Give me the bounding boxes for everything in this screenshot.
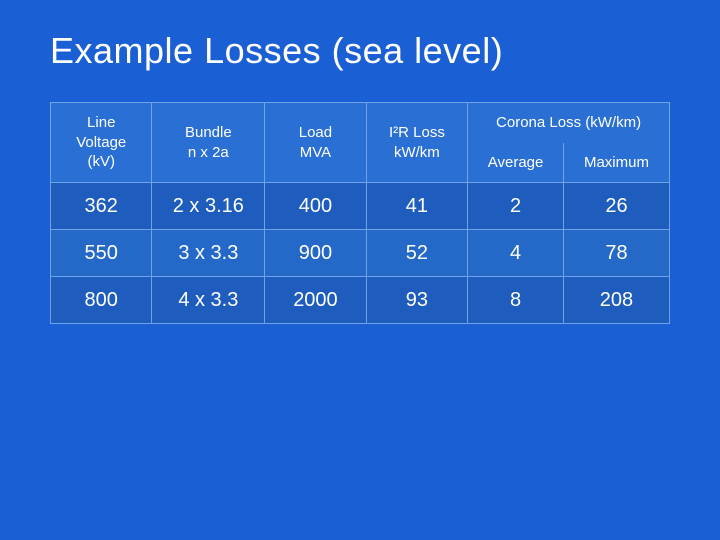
cell-maximum: 78 [563, 230, 669, 277]
col-header-load-mva: LoadMVA [265, 103, 366, 183]
table-row: 3622 x 3.1640041226 [51, 183, 670, 230]
col-header-bundle: Bundlen x 2a [152, 103, 265, 183]
cell-line_voltage: 362 [51, 183, 152, 230]
cell-i2r_loss: 41 [366, 183, 467, 230]
cell-i2r_loss: 93 [366, 277, 467, 324]
losses-table: LineVoltage (kV) Bundlen x 2a LoadMVA I²… [50, 102, 670, 324]
table-row: 8004 x 3.32000938208 [51, 277, 670, 324]
cell-line_voltage: 800 [51, 277, 152, 324]
cell-load_mva: 2000 [265, 277, 366, 324]
cell-average: 4 [468, 230, 564, 277]
cell-bundle: 2 x 3.16 [152, 183, 265, 230]
table-row: 5503 x 3.390052478 [51, 230, 670, 277]
cell-load_mva: 400 [265, 183, 366, 230]
cell-average: 2 [468, 183, 564, 230]
col-header-average: Average [468, 143, 564, 183]
col-header-maximum: Maximum [563, 143, 669, 183]
table-wrapper: LineVoltage (kV) Bundlen x 2a LoadMVA I²… [50, 102, 670, 324]
col-header-corona-loss: Corona Loss (kW/km) [468, 103, 670, 143]
cell-load_mva: 900 [265, 230, 366, 277]
col-header-line-voltage: LineVoltage (kV) [51, 103, 152, 183]
col-header-i2r-loss: I²R LosskW/km [366, 103, 467, 183]
cell-maximum: 208 [563, 277, 669, 324]
cell-line_voltage: 550 [51, 230, 152, 277]
cell-bundle: 3 x 3.3 [152, 230, 265, 277]
page-title: Example Losses (sea level) [50, 30, 503, 72]
cell-i2r_loss: 52 [366, 230, 467, 277]
cell-bundle: 4 x 3.3 [152, 277, 265, 324]
cell-maximum: 26 [563, 183, 669, 230]
cell-average: 8 [468, 277, 564, 324]
